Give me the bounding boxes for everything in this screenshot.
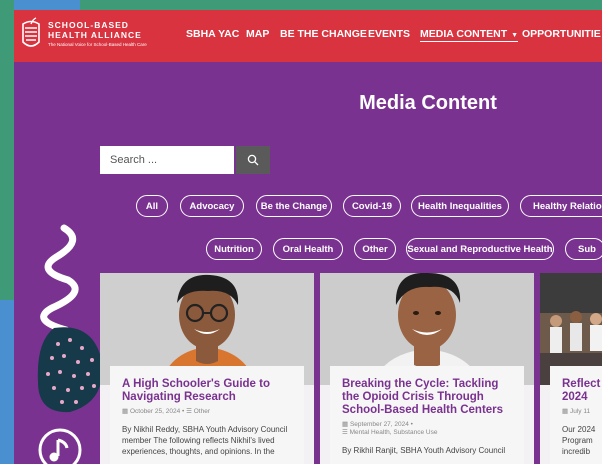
article-title[interactable]: Reflect 2024 bbox=[562, 378, 602, 404]
article-tags[interactable]: Mental Health, Substance Use bbox=[350, 429, 438, 436]
article-excerpt: Our 2024 Program incredib bbox=[562, 425, 596, 456]
page-frame-left-accent bbox=[0, 300, 14, 464]
article-card-body: Breaking the Cycle: Tackling the Opioid … bbox=[330, 366, 524, 464]
article-tags[interactable]: Other bbox=[194, 408, 210, 415]
filter-sexual-reproductive-health[interactable]: Sexual and Reproductive Health bbox=[406, 238, 554, 260]
article-title[interactable]: A High Schooler's Guide to Navigating Re… bbox=[122, 378, 292, 404]
search-icon bbox=[247, 154, 259, 166]
article-card[interactable]: Reflect 2024 ▦ July 11 Our 2024 Program … bbox=[540, 273, 602, 464]
article-meta: ▦ July 11 bbox=[562, 408, 602, 416]
article-card[interactable]: A High Schooler's Guide to Navigating Re… bbox=[100, 273, 314, 464]
category-icon: ☰ bbox=[342, 429, 348, 436]
chevron-down-icon: ▼ bbox=[511, 32, 519, 39]
calendar-icon: ▦ bbox=[342, 421, 349, 428]
filter-all[interactable]: All bbox=[136, 195, 168, 217]
article-card-body: Reflect 2024 ▦ July 11 Our 2024 Program … bbox=[550, 366, 602, 464]
filter-substance-use[interactable]: Sub bbox=[565, 238, 602, 260]
main-nav: SBHA YAC MAP BE THE CHANGE EVENTS MEDIA … bbox=[14, 10, 602, 62]
nav-events[interactable]: EVENTS bbox=[368, 28, 410, 40]
article-meta: ▦ September 27, 2024 • ☰ Mental Health, … bbox=[342, 421, 438, 436]
article-date: October 25, 2024 bbox=[129, 408, 181, 415]
nav-map[interactable]: MAP bbox=[246, 28, 269, 40]
article-date: July 11 bbox=[569, 408, 591, 415]
filter-other[interactable]: Other bbox=[354, 238, 396, 260]
filter-health-inequalities[interactable]: Health Inequalities bbox=[411, 195, 509, 217]
nav-sbha-yac[interactable]: SBHA YAC bbox=[186, 28, 239, 40]
filter-healthy-relationships[interactable]: Healthy Relation bbox=[520, 195, 602, 217]
filter-advocacy[interactable]: Advocacy bbox=[180, 195, 244, 217]
decorative-dot-pattern bbox=[37, 327, 103, 413]
filter-nutrition[interactable]: Nutrition bbox=[206, 238, 262, 260]
article-card[interactable]: Breaking the Cycle: Tackling the Opioid … bbox=[320, 273, 534, 464]
search-button[interactable] bbox=[236, 146, 270, 174]
article-title[interactable]: Breaking the Cycle: Tackling the Opioid … bbox=[342, 378, 512, 417]
filter-covid-19[interactable]: Covid-19 bbox=[343, 195, 401, 217]
article-excerpt: By Nikhil Reddy, SBHA Youth Advisory Cou… bbox=[122, 425, 288, 456]
search-input[interactable] bbox=[100, 146, 234, 174]
nav-media-content[interactable]: MEDIA CONTENT ▼ bbox=[420, 28, 519, 42]
music-note-icon[interactable] bbox=[38, 428, 82, 464]
calendar-icon: ▦ bbox=[122, 408, 129, 415]
main-content: Media Content All Advocacy Be the Change… bbox=[14, 62, 602, 464]
calendar-icon: ▦ bbox=[562, 408, 569, 415]
site-header: SCHOOL-BASED HEALTH ALLIANCE The Nationa… bbox=[14, 10, 602, 62]
page-title: Media Content bbox=[359, 92, 497, 114]
article-date: September 27, 2024 bbox=[349, 421, 409, 428]
category-icon: ☰ bbox=[186, 408, 192, 415]
page-frame-top bbox=[0, 0, 602, 10]
filter-oral-health[interactable]: Oral Health bbox=[273, 238, 343, 260]
nav-media-content-label: MEDIA CONTENT bbox=[420, 28, 508, 40]
nav-opportunities[interactable]: OPPORTUNITIE bbox=[522, 28, 601, 40]
nav-be-the-change[interactable]: BE THE CHANGE bbox=[280, 28, 367, 40]
article-card-body: A High Schooler's Guide to Navigating Re… bbox=[110, 366, 304, 464]
article-excerpt: By Rikhil Ranjit, SBHA Youth Advisory Co… bbox=[342, 446, 506, 455]
article-meta: ▦ October 25, 2024 • ☰ Other bbox=[122, 408, 210, 415]
filter-be-the-change[interactable]: Be the Change bbox=[256, 195, 332, 217]
